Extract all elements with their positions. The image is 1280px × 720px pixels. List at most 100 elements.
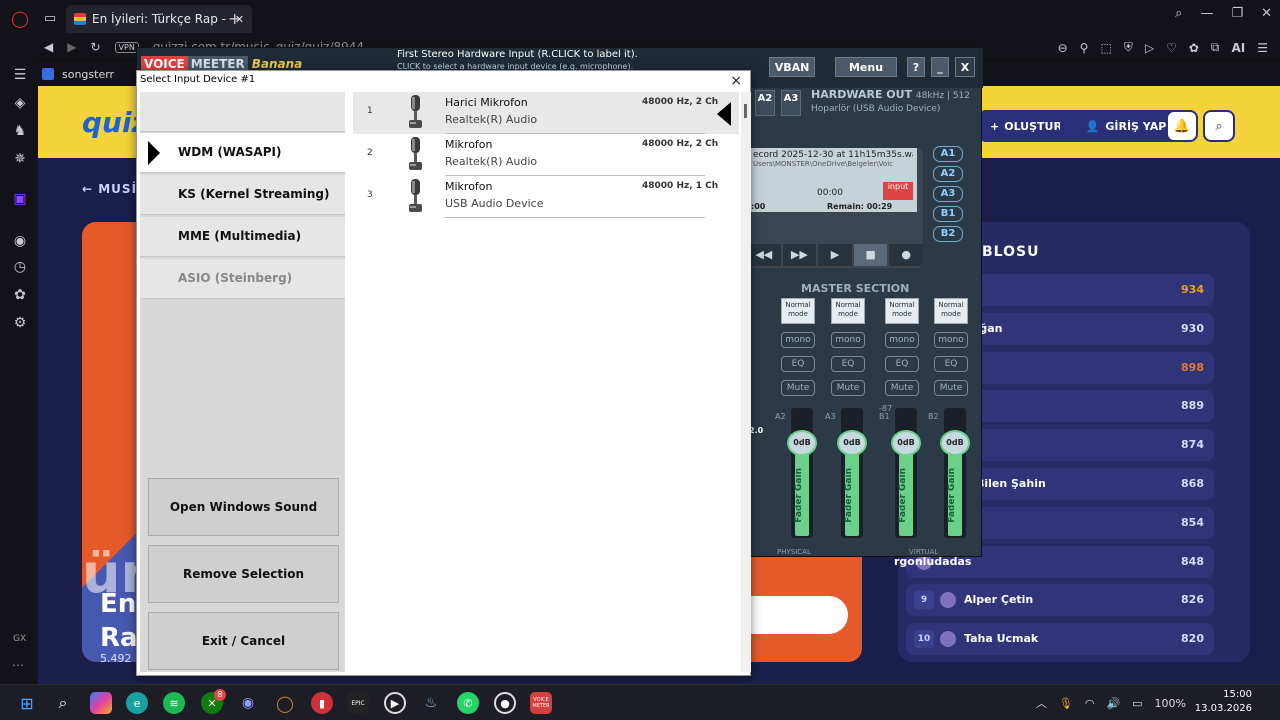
gx-hot-tabs-icon[interactable]: ✵ — [11, 150, 29, 168]
mods-icon[interactable]: ✿ — [1189, 41, 1199, 55]
app-red-icon[interactable]: ▮ — [311, 692, 333, 714]
microphone-icon[interactable]: 🎙 — [1059, 697, 1073, 710]
exit-cancel-button[interactable]: Exit / Cancel — [148, 612, 339, 670]
zoom-icon[interactable]: ⊖ — [1058, 41, 1068, 55]
mono-button[interactable]: mono — [934, 332, 968, 348]
fast-forward-icon[interactable]: ▶▶ — [782, 244, 817, 266]
back-icon[interactable]: ◀ — [44, 40, 53, 54]
heart-icon[interactable]: ♡ — [1166, 41, 1177, 55]
leaderboard-row[interactable]: 9 Alper Çetin 826 — [906, 584, 1214, 617]
shield-icon[interactable]: ⛨ — [1124, 40, 1133, 55]
mute-button[interactable]: Mute — [781, 380, 815, 396]
bookmark-songsterr[interactable]: songsterr — [62, 68, 114, 81]
vm-close-button[interactable]: X — [955, 57, 975, 77]
fader-gain-slider[interactable]: 0dB Fader Gain — [787, 408, 817, 538]
opera-gx-taskbar-icon[interactable]: ◯ — [274, 692, 296, 714]
scrollbar-thumb[interactable] — [744, 104, 747, 118]
history-icon[interactable]: ◷ — [11, 258, 29, 276]
pin-icon[interactable]: ⚲ — [1080, 41, 1089, 55]
discord-icon[interactable]: ◉ — [237, 692, 259, 714]
mute-button[interactable]: Mute — [934, 380, 968, 396]
eq-button[interactable]: EQ — [831, 356, 865, 372]
rec-bus-a1[interactable]: A1 — [933, 146, 963, 162]
help-button[interactable]: ? — [907, 57, 925, 77]
search-icon[interactable]: ⌕ — [52, 692, 74, 714]
taskbar-clock[interactable]: 15:00 13.03.2026 — [1195, 688, 1252, 716]
wifi-icon[interactable]: ◠ — [1085, 697, 1095, 710]
back-link[interactable]: ← MUSİ — [82, 182, 137, 196]
fader-gain-slider[interactable]: 0dB Fader Gain — [940, 408, 970, 538]
leaderboard-row[interactable]: 10 Taha Ucmak 820 — [906, 623, 1214, 656]
record-icon[interactable]: ● — [889, 244, 923, 266]
recorder-input-select[interactable]: input — [883, 182, 913, 200]
api-item[interactable]: MME (Multimedia) — [140, 217, 345, 257]
remove-selection-button[interactable]: Remove Selection — [148, 545, 339, 603]
gx-corner-icon[interactable]: ◈ — [11, 94, 29, 112]
gx-control-icon[interactable]: ☰ — [11, 66, 29, 84]
maximize-icon[interactable]: ❐ — [1231, 6, 1243, 21]
close-window-icon[interactable]: ✕ — [1261, 6, 1272, 21]
new-tab-icon[interactable]: + — [228, 9, 241, 28]
media-player-icon[interactable]: ▶ — [384, 692, 406, 714]
mode-button[interactable]: Normal mode — [831, 298, 865, 324]
whatsapp-icon[interactable]: ✆ — [457, 692, 479, 714]
opera-gx-logo-icon[interactable]: ◯ — [6, 4, 34, 32]
hw-out-a3-button[interactable]: A3 — [781, 90, 801, 116]
volume-icon[interactable]: 🔊 — [1106, 697, 1120, 710]
sidebar-more-icon[interactable]: ⋯ — [12, 658, 24, 672]
stop-icon[interactable]: ■ — [853, 244, 888, 266]
device-row[interactable]: 3 Mikrofon USB Audio Device 48000 Hz, 1 Ch — [353, 176, 739, 218]
fader-knob[interactable]: 0dB — [891, 430, 921, 456]
fader-gain-slider[interactable]: 0dB Fader Gain — [837, 408, 867, 538]
api-item[interactable]: KS (Kernel Streaming) — [140, 175, 345, 215]
mode-button[interactable]: Normal mode — [781, 298, 815, 324]
voicemeeter-taskbar-icon[interactable]: VOICE METER — [530, 692, 552, 714]
vban-button[interactable]: VBAN — [769, 57, 815, 77]
notification-bell-icon[interactable]: 🔔 — [1166, 110, 1198, 142]
rec-bus-b1[interactable]: B1 — [933, 206, 963, 222]
battery-icon[interactable]: ▭ — [1132, 697, 1142, 710]
spotify-icon[interactable]: ◉ — [11, 232, 29, 250]
mono-button[interactable]: mono — [885, 332, 919, 348]
steam-icon[interactable]: ♨ — [420, 692, 442, 714]
device-list-scrollbar[interactable] — [741, 92, 751, 672]
mode-button[interactable]: Normal mode — [934, 298, 968, 324]
mono-button[interactable]: mono — [831, 332, 865, 348]
obs-icon[interactable]: ● — [494, 692, 516, 714]
ai-button[interactable]: AI — [1231, 41, 1245, 55]
open-windows-sound-button[interactable]: Open Windows Sound — [148, 478, 339, 536]
eq-button[interactable]: EQ — [781, 356, 815, 372]
copilot-icon[interactable] — [90, 692, 112, 714]
device-row[interactable]: 1 Harici Mikrofon Realtek(R) Audio 48000 Hz… — [353, 92, 739, 134]
menu-icon[interactable]: ☰ — [1257, 41, 1268, 55]
hw-out-a2-button[interactable]: A2 — [755, 90, 775, 116]
edge-icon[interactable]: e — [126, 692, 148, 714]
fader-gain-slider[interactable]: 0dB Fader Gain — [891, 408, 921, 538]
eq-button[interactable]: EQ — [934, 356, 968, 372]
reload-icon[interactable]: ↻ — [90, 40, 100, 54]
mute-button[interactable]: Mute — [831, 380, 865, 396]
mono-button[interactable]: mono — [781, 332, 815, 348]
forward-icon[interactable]: ▶ — [67, 40, 76, 54]
device-row[interactable]: 2 Mikrofon Realtek(R) Audio 48000 Hz, 2 Ch — [353, 134, 739, 176]
tab-islands-icon[interactable]: ▭ — [36, 4, 64, 32]
start-icon[interactable]: ⊞ — [16, 692, 38, 714]
extensions-icon[interactable]: ⧉ — [1211, 40, 1220, 55]
twitch-icon[interactable]: ▣ — [11, 190, 29, 208]
site-search-icon[interactable]: ⌕ — [1203, 110, 1235, 142]
fader-knob[interactable]: 0dB — [787, 430, 817, 456]
settings-icon[interactable]: ⚙ — [11, 314, 29, 332]
browser-tab[interactable]: En İyileri: Türkçe Rap - Mu ✕ — [66, 5, 252, 33]
mute-button[interactable]: Mute — [885, 380, 919, 396]
rec-bus-a2[interactable]: A2 — [933, 166, 963, 182]
rewind-icon[interactable]: ◀◀ — [747, 244, 781, 266]
epic-games-icon[interactable]: EPIC — [347, 692, 369, 714]
spotify-taskbar-icon[interactable]: ≋ — [163, 692, 185, 714]
tray-chevron-icon[interactable]: ︿ — [1036, 695, 1047, 711]
rec-bus-a3[interactable]: A3 — [933, 186, 963, 202]
gx-cleaner-icon[interactable]: ♞ — [11, 122, 29, 140]
fader-knob[interactable]: 0dB — [940, 430, 970, 456]
search-tabs-icon[interactable]: ⌕ — [1175, 6, 1182, 21]
vm-minimize-button[interactable]: _ — [931, 57, 949, 77]
snapshot-icon[interactable]: ⬚ — [1100, 41, 1111, 55]
